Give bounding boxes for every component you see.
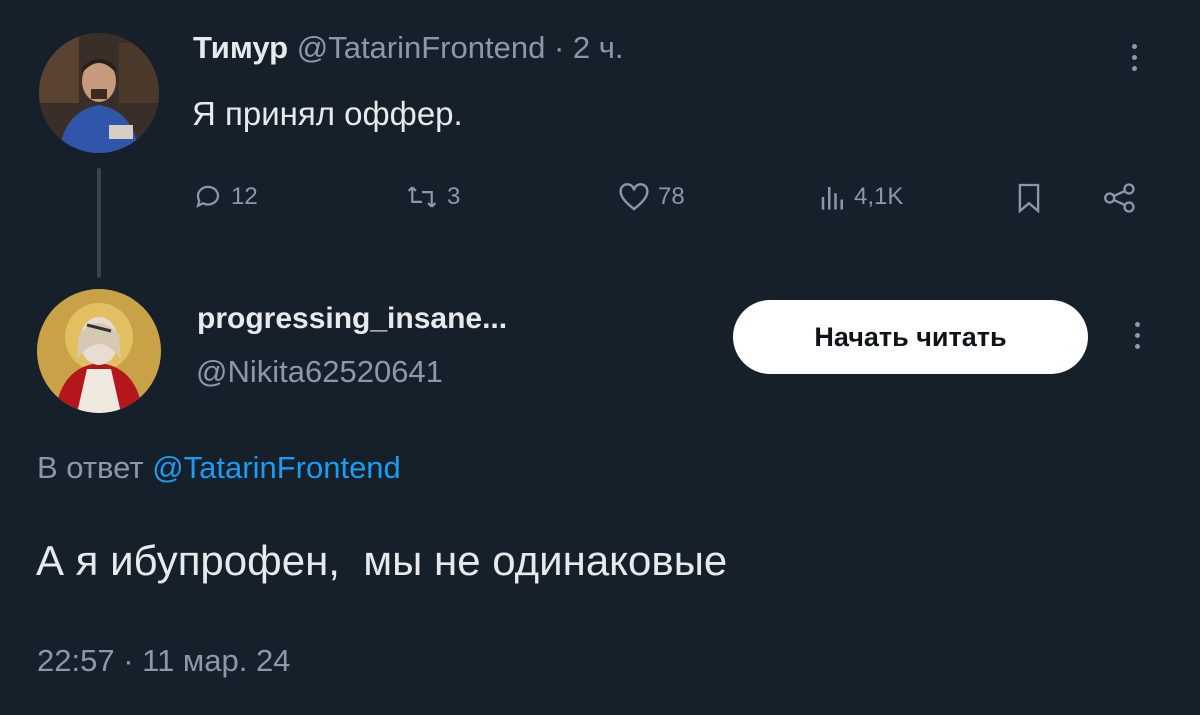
author-handle[interactable]: @TatarinFrontend bbox=[297, 30, 546, 65]
views-button[interactable]: 4,1K bbox=[820, 182, 903, 212]
heart-icon bbox=[618, 182, 650, 212]
tweet2-text: А я ибупрофен, мы не одинаковые bbox=[36, 537, 728, 584]
tweet-time[interactable]: · 2 ч. bbox=[554, 30, 624, 65]
follow-button[interactable]: Начать читать bbox=[733, 300, 1088, 374]
author-handle[interactable]: @Nikita62520641 bbox=[196, 354, 443, 390]
thread-line bbox=[97, 168, 101, 278]
more-dot bbox=[1135, 344, 1140, 349]
more-options-button[interactable] bbox=[1132, 44, 1137, 71]
like-count: 78 bbox=[658, 183, 685, 210]
views-count: 4,1K bbox=[854, 183, 904, 210]
more-dot bbox=[1132, 66, 1137, 71]
reply-prefix: В ответ bbox=[37, 450, 144, 485]
like-button[interactable]: 78 bbox=[618, 182, 685, 212]
bar-chart-icon bbox=[820, 182, 846, 212]
tweet1-header: Тимур @TatarinFrontend · 2 ч. bbox=[193, 30, 624, 66]
retweet-count: 3 bbox=[447, 183, 461, 210]
bookmark-button[interactable] bbox=[1016, 182, 1042, 214]
author-name[interactable]: progressing_insane... bbox=[197, 302, 507, 336]
tweet1-text: Я принял оффер. bbox=[192, 95, 463, 132]
more-dot bbox=[1135, 333, 1140, 338]
more-dot bbox=[1135, 322, 1140, 327]
reply-count: 12 bbox=[231, 183, 258, 210]
avatar-progressing-insane[interactable] bbox=[37, 289, 161, 413]
reply-to-link[interactable]: @TatarinFrontend bbox=[152, 450, 401, 485]
avatar-timur[interactable] bbox=[39, 33, 159, 153]
reply-icon bbox=[193, 182, 223, 212]
retweet-icon bbox=[405, 182, 439, 212]
share-button[interactable] bbox=[1102, 182, 1138, 214]
bookmark-icon bbox=[1016, 182, 1042, 214]
share-icon bbox=[1102, 182, 1138, 214]
more-dot bbox=[1132, 55, 1137, 60]
author-name[interactable]: Тимур bbox=[193, 30, 288, 65]
tweet-timestamp[interactable]: 22:57 · 11 мар. 24 bbox=[37, 643, 290, 679]
reply-button[interactable]: 12 bbox=[193, 182, 258, 212]
retweet-button[interactable]: 3 bbox=[405, 182, 460, 212]
more-dot bbox=[1132, 44, 1137, 49]
reply-context: В ответ @TatarinFrontend bbox=[37, 450, 401, 486]
more-options-button[interactable] bbox=[1135, 322, 1140, 349]
